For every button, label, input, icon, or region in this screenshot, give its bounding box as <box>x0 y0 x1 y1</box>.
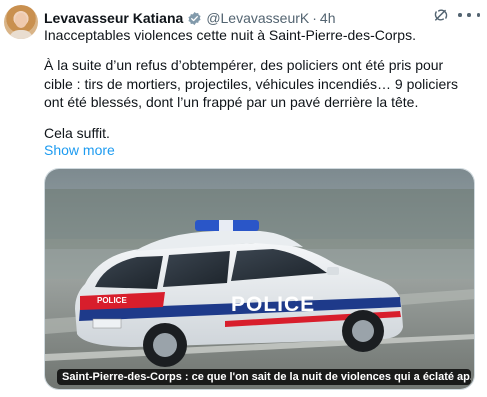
avatar-shoulders <box>9 30 33 39</box>
show-more-link[interactable]: Show more <box>44 142 115 158</box>
grok-icon[interactable] <box>432 6 450 24</box>
separator-dot: · <box>312 10 317 26</box>
tweet-line-2: À la suite d’un refus d’obtempérer, des … <box>44 57 458 110</box>
more-dot <box>458 13 462 17</box>
link-card-caption[interactable]: Saint-Pierre-des-Corps : ce que l'on sai… <box>57 369 471 385</box>
tweet-line-3: Cela suffit. <box>44 125 110 141</box>
link-card-media[interactable]: POLICE POLICE Saint-Pierre-des-Corps : c… <box>44 168 475 390</box>
more-dot <box>476 13 480 17</box>
tweet-time[interactable]: 4h <box>320 10 336 26</box>
author-handle[interactable]: @LevavasseurK <box>206 10 309 26</box>
car-rear-police-text: POLICE <box>97 296 127 305</box>
police-car-photo: POLICE POLICE <box>45 169 474 389</box>
car-police-text: POLICE <box>231 293 315 316</box>
author-name[interactable]: Levavasseur Katiana <box>44 10 183 26</box>
tweet-line-1: Inacceptables violences cette nuit à Sai… <box>44 27 416 43</box>
verified-badge-icon[interactable] <box>187 11 202 26</box>
tweet-header: Levavasseur Katiana @LevavasseurK · 4h <box>44 8 336 28</box>
more-options-icon[interactable] <box>458 6 480 24</box>
more-dot <box>467 13 471 17</box>
avatar[interactable] <box>4 5 38 39</box>
avatar-face <box>15 13 27 28</box>
tweet[interactable]: Levavasseur Katiana @LevavasseurK · 4h I… <box>0 0 487 397</box>
